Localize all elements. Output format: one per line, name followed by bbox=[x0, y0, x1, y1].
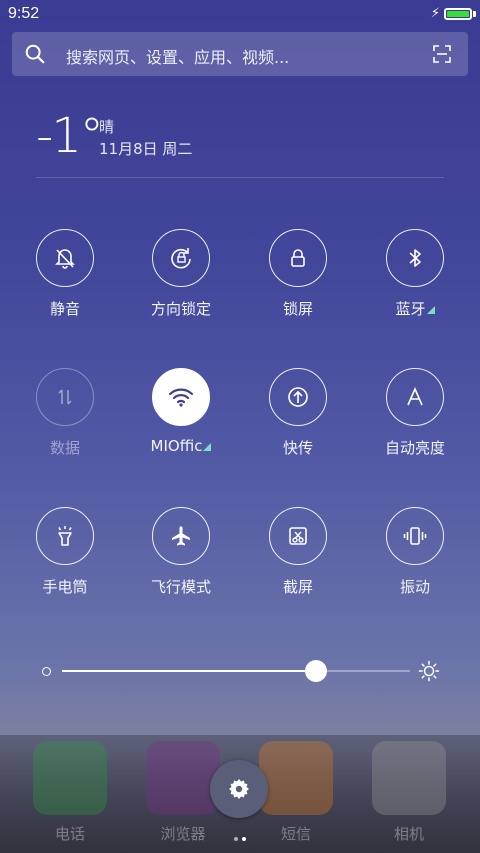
toggle-bluetooth[interactable]: 蓝牙 bbox=[365, 229, 465, 329]
toggle-label: 快传 bbox=[282, 439, 313, 457]
toggle-rotation-lock[interactable]: 方向锁定 bbox=[131, 229, 231, 329]
screenshot-icon bbox=[269, 507, 327, 565]
auto-brightness-icon bbox=[386, 368, 444, 426]
wifi-icon bbox=[152, 368, 210, 426]
search-bar[interactable]: 搜索网页、设置、应用、视频... bbox=[12, 32, 468, 76]
brightness-low-icon bbox=[42, 667, 51, 676]
toggle-flashlight[interactable]: 手电筒 bbox=[15, 507, 115, 607]
toggle-lock-screen[interactable]: 锁屏 bbox=[248, 229, 348, 329]
bell-off-icon bbox=[36, 229, 94, 287]
toggle-label: 锁屏 bbox=[282, 300, 313, 318]
charging-icon: ⚡ bbox=[430, 6, 440, 21]
page-dot-current[interactable] bbox=[242, 837, 246, 841]
toggle-label-row: 蓝牙 bbox=[365, 298, 465, 319]
battery-tip bbox=[473, 11, 476, 17]
toggle-screenshot[interactable]: 截屏 bbox=[248, 507, 348, 607]
temperature: -1° bbox=[36, 108, 104, 164]
flashlight-icon bbox=[36, 507, 94, 565]
dock-app-label: 浏览器 bbox=[160, 825, 206, 843]
weather-date: 11月8日 周二 bbox=[99, 140, 193, 158]
weather-condition: 晴 bbox=[99, 118, 115, 136]
dock-app-label: 相机 bbox=[393, 825, 424, 843]
toggle-label: 方向锁定 bbox=[150, 300, 211, 318]
divider bbox=[36, 177, 444, 178]
menu-indicator-icon bbox=[426, 306, 435, 314]
battery-icon bbox=[444, 8, 472, 20]
status-time: 9:52 bbox=[8, 5, 40, 22]
toggle-airplane[interactable]: 飞行模式 bbox=[131, 507, 231, 607]
scan-icon[interactable] bbox=[432, 44, 452, 64]
search-placeholder: 搜索网页、设置、应用、视频... bbox=[66, 48, 290, 67]
status-bar: 9:52 ⚡ bbox=[0, 0, 480, 28]
camera-app-icon bbox=[372, 741, 446, 815]
gear-icon bbox=[229, 779, 249, 799]
dock-app-label: 短信 bbox=[280, 825, 311, 843]
brightness-high-icon bbox=[418, 660, 440, 682]
toggle-label: 飞行模式 bbox=[150, 578, 211, 596]
toggle-label-row: MIOffic bbox=[131, 437, 231, 455]
browser-app-icon bbox=[146, 741, 220, 815]
toggle-data[interactable]: 数据 bbox=[15, 368, 115, 468]
slider-thumb[interactable] bbox=[305, 660, 328, 682]
search-icon bbox=[25, 44, 45, 64]
toggle-label: 手电筒 bbox=[42, 578, 88, 596]
messages-app-icon bbox=[259, 741, 333, 815]
rotation-lock-icon bbox=[152, 229, 210, 287]
toggle-label: 蓝牙 bbox=[395, 300, 426, 318]
toggle-label: 截屏 bbox=[282, 578, 313, 596]
toggle-label: 数据 bbox=[49, 439, 80, 457]
lock-icon bbox=[269, 229, 327, 287]
brightness-slider[interactable] bbox=[38, 655, 448, 687]
toggle-label: 振动 bbox=[399, 578, 430, 596]
phone-app-icon bbox=[33, 741, 107, 815]
airplane-icon bbox=[152, 507, 210, 565]
toggle-mute[interactable]: 静音 bbox=[15, 229, 115, 329]
vibrate-icon bbox=[386, 507, 444, 565]
slider-track[interactable] bbox=[62, 660, 410, 682]
toggle-label: MIOffic bbox=[150, 437, 203, 455]
toggle-label: 静音 bbox=[49, 300, 80, 318]
dock-app-label: 电话 bbox=[54, 825, 85, 843]
menu-indicator-icon bbox=[203, 443, 212, 451]
slider-fill bbox=[62, 670, 317, 672]
page-indicator bbox=[232, 826, 248, 845]
battery-level-fill bbox=[447, 11, 469, 17]
weather-widget[interactable]: -1° 晴 11月8日 周二 bbox=[36, 108, 456, 180]
toggle-vibrate[interactable]: 振动 bbox=[365, 507, 465, 607]
toggle-auto-brightness[interactable]: 自动亮度 bbox=[365, 368, 465, 468]
bluetooth-icon bbox=[386, 229, 444, 287]
page-dot[interactable] bbox=[234, 837, 238, 841]
data-arrows-icon bbox=[36, 368, 94, 426]
toggle-wifi[interactable]: MIOffic bbox=[131, 368, 231, 468]
toggle-quick-share[interactable]: 快传 bbox=[248, 368, 348, 468]
share-upload-icon bbox=[269, 368, 327, 426]
toggle-label: 自动亮度 bbox=[384, 439, 445, 457]
settings-button[interactable] bbox=[210, 760, 268, 818]
